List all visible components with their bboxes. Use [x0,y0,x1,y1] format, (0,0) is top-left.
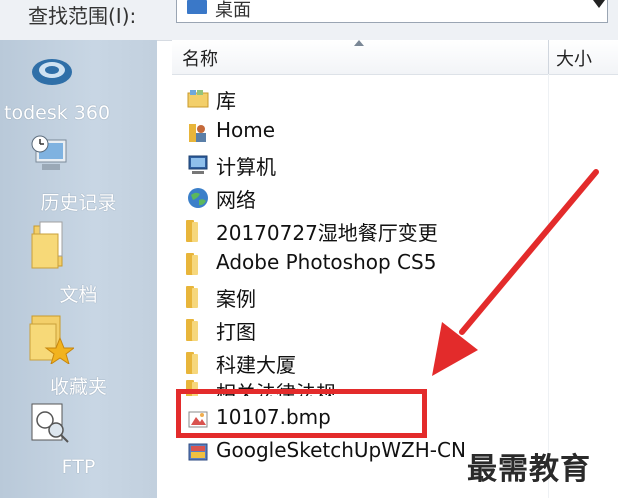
red-arrow-icon [432,169,599,376]
watermark: 最需教育 [467,452,591,487]
